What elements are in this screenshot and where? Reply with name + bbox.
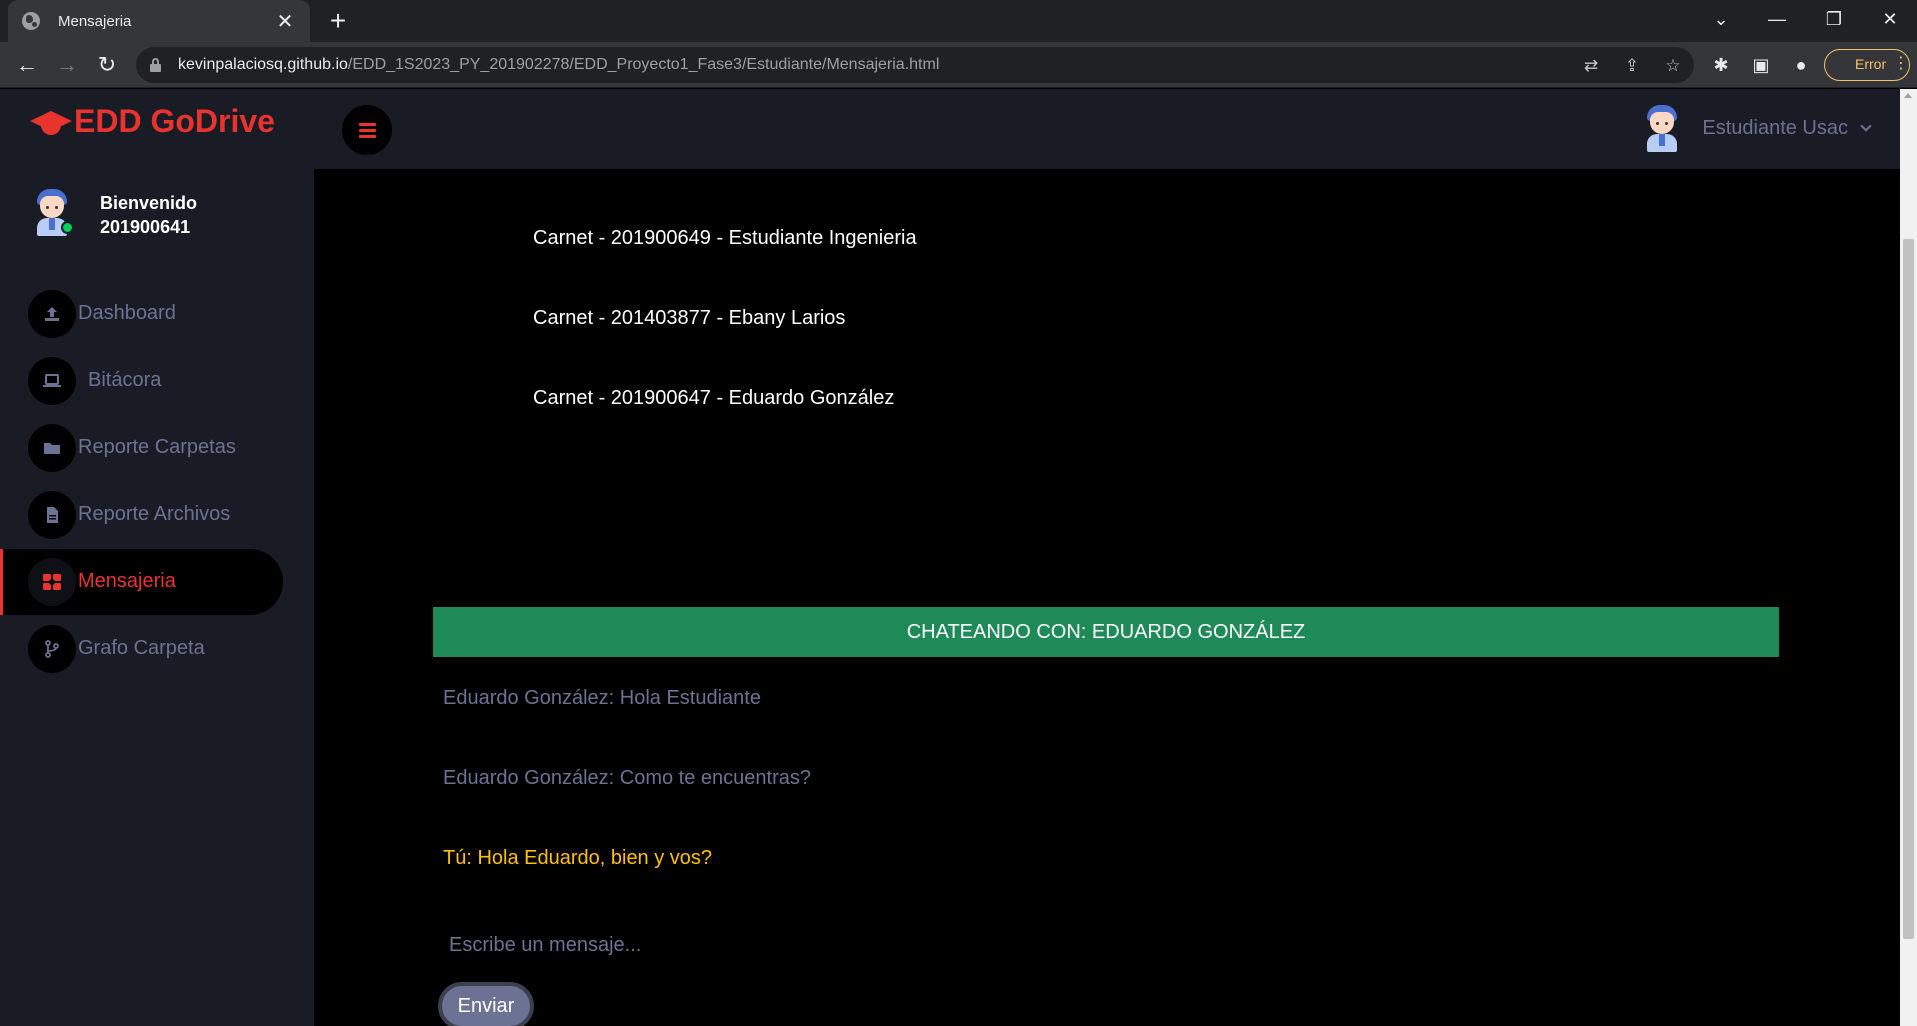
profile-avatar-icon [34,187,74,237]
sidebar-item-mensajeria[interactable]: Mensajeria [0,549,283,615]
messages-icon [43,574,61,590]
back-arrow-icon[interactable]: ← [12,50,42,80]
contact-item[interactable]: Carnet - 201403877 - Ebany Larios [533,307,845,330]
top-navbar: EDD GoDrive Estudiante Usac [0,89,1900,169]
sidebar-item-label: Reporte Carpetas [78,436,236,458]
browser-tab-strip: Mensajeria ✕ + ⌄ — ❐ ✕ [0,0,1917,42]
forward-arrow-icon[interactable]: → [52,50,82,80]
message-input[interactable] [439,925,1139,965]
folder-icon [44,443,60,454]
chat-message: Eduardo González: Como te encuentras? [443,767,811,789]
tab-search-icon[interactable]: ⌄ [1701,0,1741,40]
user-id-label: 201900641 [100,217,191,237]
chat-header: CHATEANDO CON: EDUARDO GONZÁLEZ [433,607,1779,657]
chat-message: Eduardo González: Hola Estudiante [443,687,761,709]
globe-icon [22,12,40,30]
user-dropdown[interactable]: Estudiante Usac [1644,103,1872,153]
sidebar-item-label: Grafo Carpeta [78,637,205,659]
minimize-icon[interactable]: — [1757,0,1797,40]
laptop-icon [43,374,61,387]
user-avatar-icon [1644,103,1680,153]
file-icon [47,507,58,523]
sidebar-item-bitacora[interactable]: Bitácora [0,348,283,414]
brand-logo[interactable]: EDD GoDrive [30,103,275,140]
graph-icon [45,640,59,658]
brand-name: EDD GoDrive [74,103,275,139]
sidebar: Bienvenido 201900641 Dashboard Bitácora … [0,169,314,1026]
graduation-cap-icon [30,107,72,137]
user-name: Estudiante Usac [1702,116,1848,139]
sidebar-item-label: Bitácora [88,369,162,391]
share-icon[interactable]: ⇪ [1621,55,1643,77]
sidebar-item-reporte-carpetas[interactable]: Reporte Carpetas [0,415,283,481]
welcome-label: Bienvenido [100,193,198,213]
error-button[interactable]: Error ⋮ [1824,49,1910,81]
reload-icon[interactable]: ↻ [92,50,122,80]
send-button[interactable]: Enviar [438,982,534,1026]
close-tab-icon[interactable]: ✕ [274,9,296,34]
online-status-icon [61,221,74,234]
upload-icon [45,307,59,321]
sidebar-item-reporte-archivos[interactable]: Reporte Archivos [0,482,283,548]
extensions-icon[interactable]: ✱ [1710,54,1732,76]
page-viewport: EDD GoDrive Estudiante Usac Bienvenido 2… [0,89,1900,1026]
side-panel-icon[interactable]: ▣ [1750,54,1772,76]
window-close-icon[interactable]: ✕ [1870,0,1910,40]
browser-toolbar: ← → ↻ kevinpalaciosq.github.io/EDD_1S202… [0,42,1917,88]
page-scrollbar[interactable] [1900,89,1917,1026]
translate-icon[interactable]: ⇄ [1580,55,1602,77]
browser-tab[interactable]: Mensajeria ✕ [8,0,310,42]
kebab-menu-icon[interactable]: ⋮ [1893,56,1909,72]
sidebar-item-label: Reporte Archivos [78,503,231,525]
sidebar-item-grafo-carpeta[interactable]: Grafo Carpeta [0,616,283,682]
profile-icon[interactable]: ● [1790,54,1812,76]
chat-message-own: Tú: Hola Eduardo, bien y vos? [443,847,713,869]
scrollbar-thumb[interactable] [1903,239,1914,939]
new-tab-button[interactable]: + [323,6,353,36]
sidebar-profile: Bienvenido 201900641 [34,187,197,239]
hamburger-menu-button[interactable] [342,105,392,155]
scroll-up-icon[interactable] [1904,93,1912,98]
bookmark-star-icon[interactable]: ☆ [1662,55,1684,77]
lock-icon[interactable] [150,58,161,72]
sidebar-item-label: Dashboard [78,302,176,324]
sidebar-item-label: Mensajeria [78,570,176,592]
tab-title: Mensajeria [58,12,132,30]
sidebar-item-dashboard[interactable]: Dashboard [0,281,283,347]
contact-item[interactable]: Carnet - 201900649 - Estudiante Ingenier… [533,227,917,250]
url-text[interactable]: kevinpalaciosq.github.io/EDD_1S2023_PY_2… [178,56,939,74]
chevron-down-icon [1860,120,1872,132]
main-content: Carnet - 201900649 - Estudiante Ingenier… [314,169,1900,1026]
address-bar[interactable]: kevinpalaciosq.github.io/EDD_1S2023_PY_2… [136,47,1694,83]
contact-item[interactable]: Carnet - 201900647 - Eduardo González [533,387,894,410]
active-indicator [0,549,3,615]
restore-icon[interactable]: ❐ [1814,0,1854,40]
